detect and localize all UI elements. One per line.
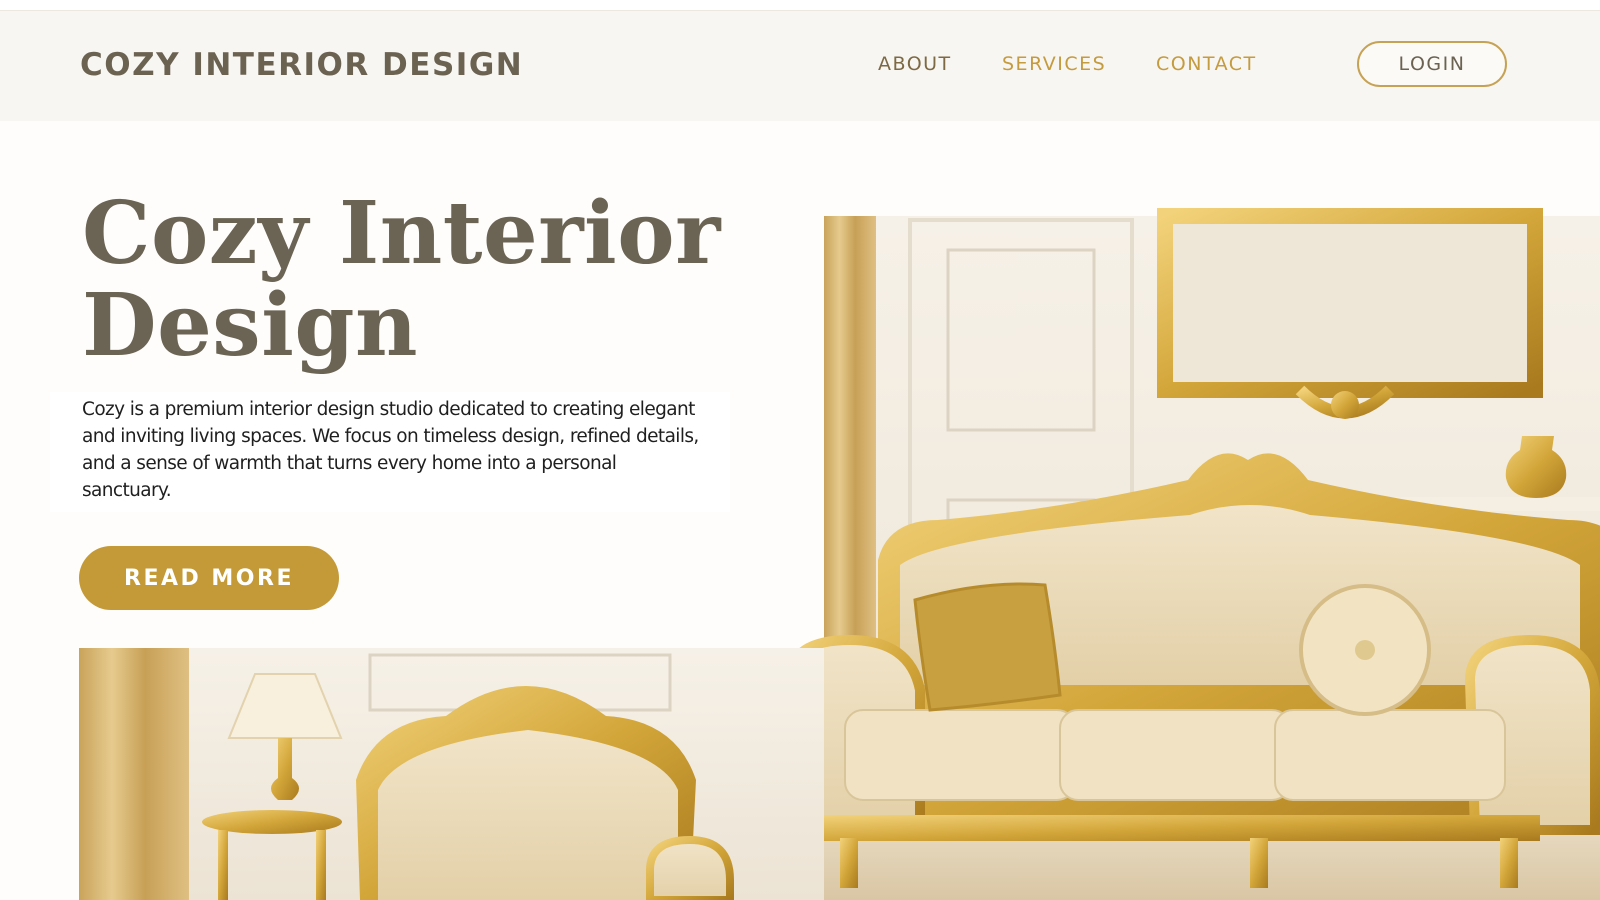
hero-description-box: Cozy is a premium interior design studio… bbox=[50, 392, 730, 512]
nav-contact[interactable]: CONTACT bbox=[1156, 53, 1257, 75]
read-more-button[interactable]: READ MORE bbox=[79, 546, 339, 610]
brand-logo[interactable]: COZY INTERIOR DESIGN bbox=[80, 47, 523, 83]
login-button[interactable]: LOGIN bbox=[1357, 41, 1507, 87]
hero-description: Cozy is a premium interior design studio… bbox=[82, 399, 699, 501]
nav-about[interactable]: ABOUT bbox=[878, 53, 952, 75]
nav-services[interactable]: SERVICES bbox=[1002, 53, 1106, 75]
top-strip bbox=[0, 0, 1600, 11]
navbar: COZY INTERIOR DESIGN ABOUT SERVICES CONT… bbox=[0, 11, 1600, 121]
hero-title-line1: Cozy Interior bbox=[82, 183, 721, 284]
hero-title: Cozy Interior Design bbox=[82, 188, 802, 372]
hero-title-line2: Design bbox=[82, 275, 419, 376]
